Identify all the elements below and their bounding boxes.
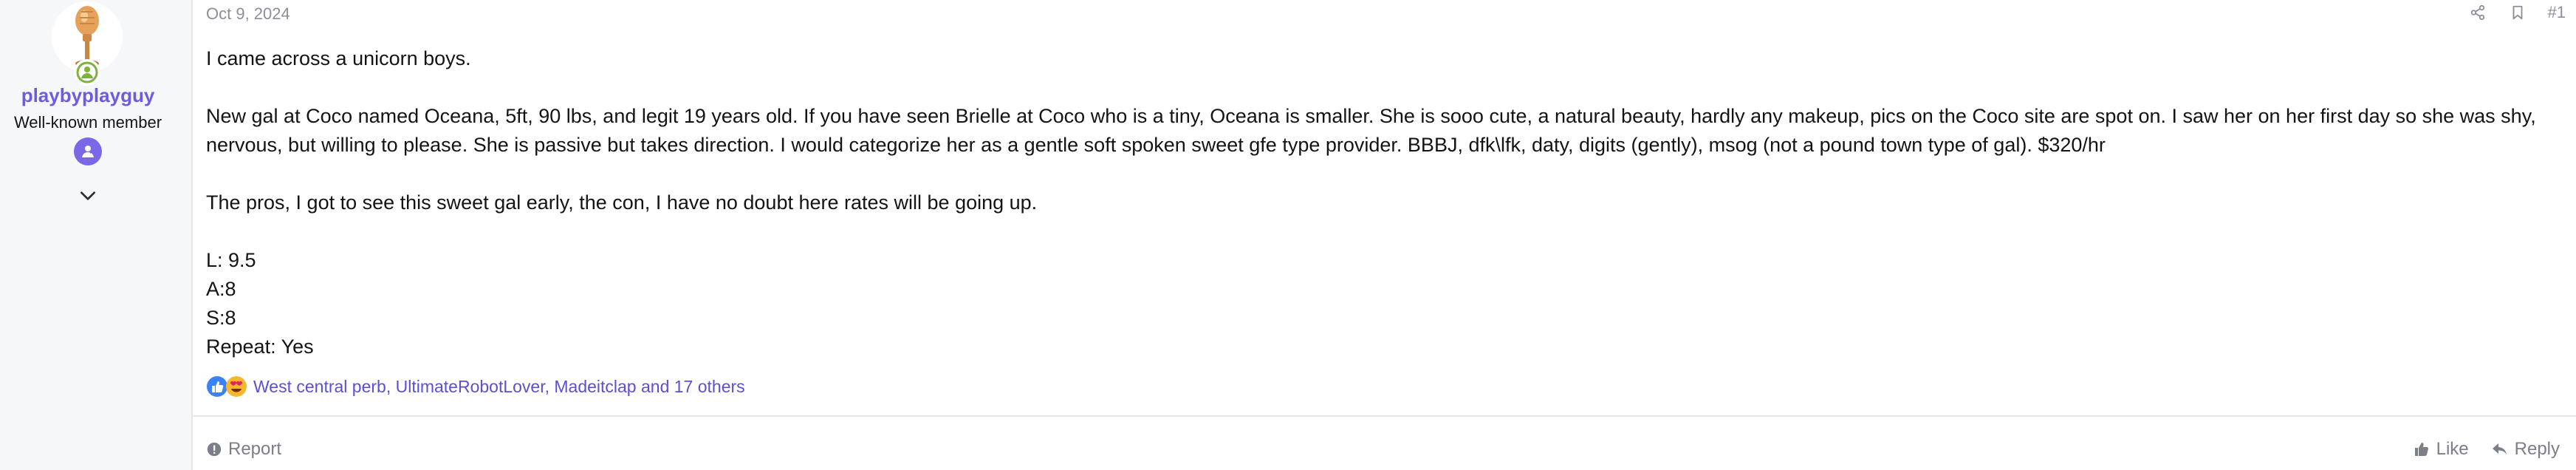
expand-user-info-toggle[interactable] bbox=[77, 185, 99, 207]
like-button[interactable]: Like bbox=[2413, 439, 2469, 460]
report-icon bbox=[207, 442, 222, 457]
username[interactable]: playbyplayguy bbox=[0, 84, 176, 107]
report-label: Report bbox=[228, 439, 282, 459]
online-status-indicator bbox=[74, 59, 100, 86]
heart-eyes-reaction bbox=[225, 375, 247, 398]
post-user-sidebar: playbyplayguy Well-known member bbox=[0, 0, 193, 470]
online-person-icon bbox=[76, 61, 98, 84]
post-main: Oct 9, 2024 #1 I came across a unicorn b… bbox=[193, 0, 2576, 470]
post-paragraph-pros-cons: The pros, I got to see this sweet gal ea… bbox=[206, 191, 1038, 214]
report-button[interactable]: Report bbox=[206, 439, 281, 460]
reply-button[interactable]: Reply bbox=[2491, 439, 2560, 460]
post-line-intro: I came across a unicorn boys. bbox=[206, 47, 471, 69]
post-number-link[interactable]: #1 bbox=[2548, 3, 2566, 22]
reaction-icons bbox=[206, 375, 247, 398]
reactions-list-link[interactable]: West central perb, UltimateRobotLover, M… bbox=[253, 377, 745, 397]
post-body: I came across a unicorn boys. New gal at… bbox=[206, 44, 2555, 361]
forum-post: playbyplayguy Well-known member Oct 9, 2… bbox=[0, 0, 2576, 470]
rating-repeat: Repeat: Yes bbox=[206, 336, 314, 358]
like-label: Like bbox=[2436, 439, 2469, 459]
share-button[interactable] bbox=[2468, 3, 2487, 22]
rank-badge[interactable] bbox=[74, 137, 102, 166]
rating-l: L: 9.5 bbox=[206, 249, 256, 271]
share-icon bbox=[2470, 4, 2484, 21]
post-paragraph-details: New gal at Coco named Oceana, 5ft, 90 lb… bbox=[206, 105, 2536, 156]
reply-label: Reply bbox=[2514, 439, 2560, 459]
user-title: Well-known member bbox=[13, 113, 162, 132]
rank-badge-icon bbox=[82, 146, 95, 157]
post-date[interactable]: Oct 9, 2024 bbox=[206, 4, 290, 24]
chevron-down-icon bbox=[80, 191, 96, 200]
post-footer-actions: Like Reply bbox=[2413, 439, 2560, 460]
bookmark-icon bbox=[2512, 5, 2522, 20]
reply-icon bbox=[2492, 443, 2507, 454]
reactions-bar[interactable]: West central perb, UltimateRobotLover, M… bbox=[206, 375, 745, 398]
post-footer-divider bbox=[193, 415, 2576, 417]
rating-a: A:8 bbox=[206, 278, 236, 300]
thumbs-up-icon bbox=[2414, 443, 2428, 456]
post-top-actions: #1 bbox=[2468, 3, 2566, 22]
bookmark-button[interactable] bbox=[2508, 3, 2527, 22]
heart-eyes-icon bbox=[226, 376, 247, 397]
rating-s: S:8 bbox=[206, 307, 236, 329]
